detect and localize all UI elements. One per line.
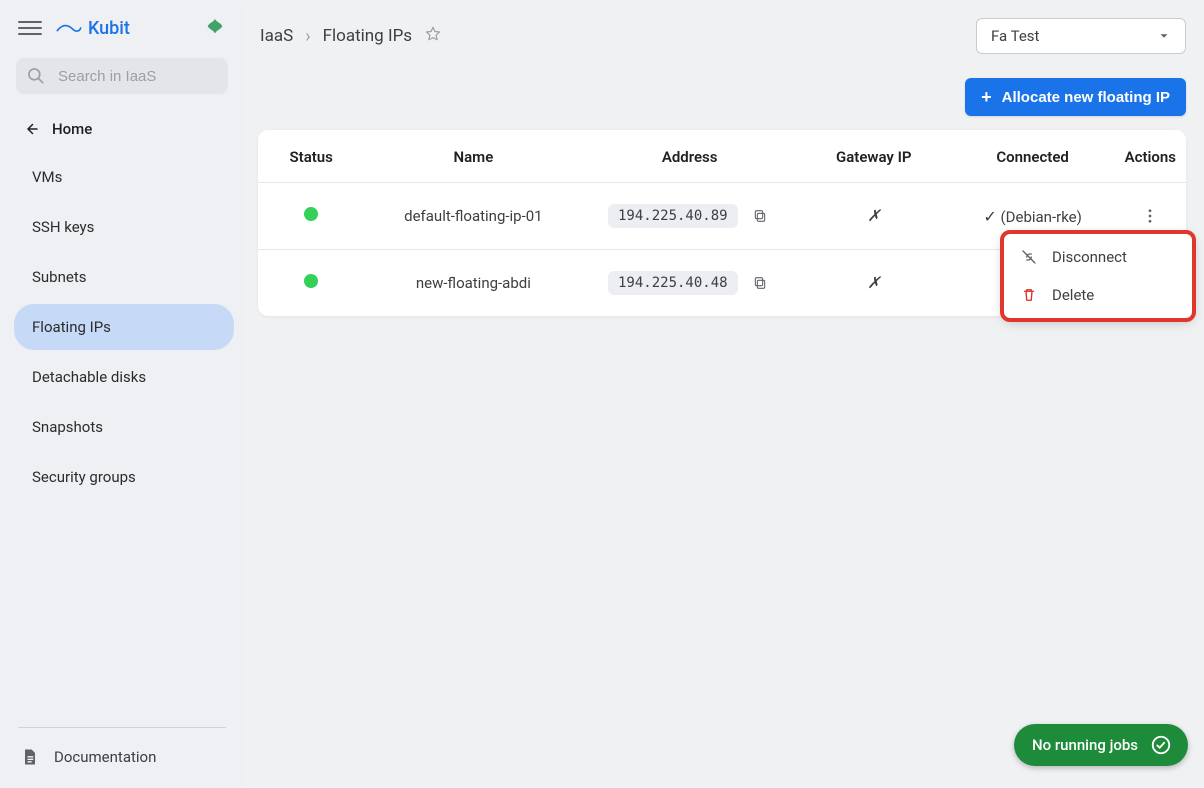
breadcrumb-root[interactable]: IaaS [260,26,293,46]
status-indicator [304,274,318,288]
search-icon [26,66,46,86]
col-header-connected: Connected [951,130,1115,183]
wave-icon [56,19,82,37]
chevron-right-icon: › [305,26,310,47]
project-selector-value: Fa Test [991,27,1039,45]
trash-icon [1020,286,1038,304]
home-link[interactable]: Home [0,110,244,148]
cell-gateway: ✗ [867,208,880,225]
sidebar-divider [18,727,226,728]
sidebar-item-security-groups[interactable]: Security groups [14,454,234,500]
menu-toggle-button[interactable] [18,16,42,40]
home-label: Home [52,120,92,138]
documentation-link[interactable]: Documentation [18,742,226,772]
status-indicator [304,207,318,221]
sidebar-item-detachable-disks[interactable]: Detachable disks [14,354,234,400]
brand-logo[interactable]: Kubit [56,18,130,39]
connected-target: (Debian-rke) [1001,208,1082,226]
sidebar-item-snapshots[interactable]: Snapshots [14,404,234,450]
document-icon [20,746,40,768]
menu-item-disconnect[interactable]: Disconnect [1004,238,1192,276]
search-input[interactable] [56,67,218,86]
menu-item-delete-label: Delete [1052,286,1094,304]
main-content: IaaS › Floating IPs Fa Test + Allocate [244,0,1204,788]
check-icon: ✓ [983,207,996,226]
sidebar-item-floating-ips[interactable]: Floating IPs [14,304,234,350]
copy-icon [752,275,768,291]
unlink-icon [1020,248,1038,266]
sidebar-nav: VMs SSH keys Subnets Floating IPs Detach… [0,148,244,506]
arrow-left-icon [22,120,40,138]
sidebar-item-ssh-keys[interactable]: SSH keys [14,204,234,250]
documentation-label: Documentation [54,748,156,766]
cell-address: 194.225.40.89 [608,204,738,228]
cell-name: default-floating-ip-01 [364,183,582,250]
copy-icon [752,208,768,224]
jobs-status-badge[interactable]: No running jobs [1014,724,1188,766]
copy-address-button[interactable] [749,272,771,294]
allocate-button-label: Allocate new floating IP [1002,89,1170,106]
sidebar-item-vms[interactable]: VMs [14,154,234,200]
cell-gateway: ✗ [867,275,880,292]
col-header-status: Status [258,130,364,183]
breadcrumb-current[interactable]: Floating IPs [323,26,412,46]
sidebar-item-subnets[interactable]: Subnets [14,254,234,300]
check-circle-icon [1150,734,1172,756]
caret-down-icon [1157,29,1171,43]
topbar: IaaS › Floating IPs Fa Test [258,14,1186,66]
project-selector[interactable]: Fa Test [976,18,1186,54]
copy-address-button[interactable] [749,205,771,227]
kebab-icon [1141,207,1159,225]
cell-address: 194.225.40.48 [608,271,738,295]
partner-badge-icon [204,17,226,39]
col-header-gateway: Gateway IP [797,130,951,183]
allocate-floating-ip-button[interactable]: + Allocate new floating IP [965,78,1186,116]
row-actions-menu: Disconnect Delete [1004,234,1192,318]
star-outline-icon [424,25,442,43]
jobs-status-label: No running jobs [1032,736,1138,754]
col-header-actions: Actions [1115,130,1186,183]
menu-item-disconnect-label: Disconnect [1052,248,1127,266]
sidebar: Kubit Home VMs SSH keys Subnets Floating… [0,0,244,788]
favorite-toggle[interactable] [424,25,442,48]
row-actions-menu-button[interactable] [1137,203,1163,229]
plus-icon: + [981,88,992,106]
breadcrumb: IaaS › Floating IPs [260,25,442,48]
brand-name: Kubit [88,18,130,39]
cell-name: new-floating-abdi [364,250,582,317]
menu-item-delete[interactable]: Delete [1004,276,1192,314]
search-field[interactable] [16,58,228,94]
col-header-address: Address [582,130,797,183]
col-header-name: Name [364,130,582,183]
